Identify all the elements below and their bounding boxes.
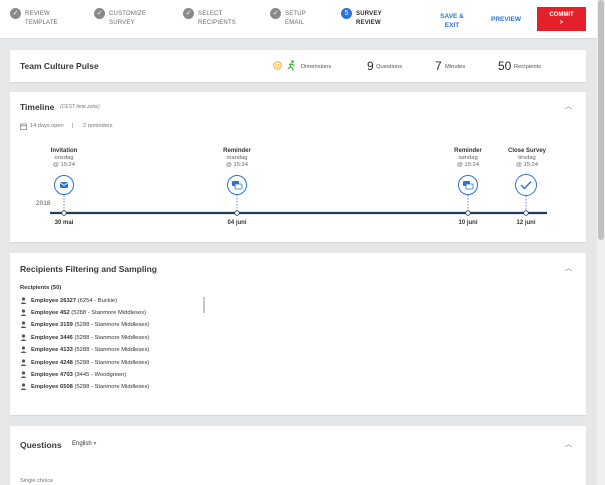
event-date: 30 mai (54, 220, 74, 226)
check-icon: ✓ (183, 8, 194, 19)
list-item[interactable]: Employee 4703 (3445 - Woodgreen) (20, 371, 126, 378)
step-label: CUSTOMIZE (109, 11, 147, 17)
recipient-name: Employee 3159 (31, 322, 73, 329)
recipient-name: Employee 4248 (31, 360, 73, 367)
person-icon (20, 334, 27, 341)
event-date: 04 juni (227, 220, 247, 226)
recipient-detail: (5288 - Stanmore Middlesex) (71, 310, 147, 317)
survey-summary-card: Team Culture Pulse Dimensions 9 Question… (10, 50, 586, 82)
commit-button[interactable]: COMMIT > (537, 7, 586, 31)
recipients-label: Recipients (514, 64, 542, 70)
person-icon (20, 383, 27, 390)
collapse-chevron-icon[interactable]: ︿ (565, 263, 572, 273)
list-item[interactable]: Employee 6508 (5288 - Stanmore Middlesex… (20, 383, 149, 390)
recipient-name: Employee 26327 (31, 298, 77, 305)
recipient-detail: (5288 - Stanmore Middlesex) (74, 384, 150, 391)
timeline-axis (50, 195, 547, 216)
person-icon (20, 346, 27, 353)
step-label: SURVEY (109, 20, 135, 26)
person-icon (20, 371, 27, 378)
question-type: Single choice (20, 478, 54, 484)
list-item[interactable]: Employee 452 (5288 - Stanmore Middlesex) (20, 309, 146, 316)
step-label: SELECT (198, 11, 223, 17)
person-icon (20, 297, 27, 304)
year-label: 2018 (36, 200, 51, 207)
chevron-down-icon: ▾ (93, 441, 97, 447)
recipient-detail: (5288 - Stanmore Middlesex) (74, 360, 150, 367)
recipients-title: Recipients Filtering and Sampling (20, 264, 157, 274)
save-exit-label: SAVE & (440, 13, 464, 20)
language-select[interactable]: English ▾ (72, 440, 96, 447)
page-scrollbar[interactable] (597, 0, 605, 485)
step-label: SURVEY (356, 11, 382, 17)
runner-icon (287, 60, 295, 71)
recipient-detail: (5288 - Stanmore Middlesex) (74, 347, 150, 354)
recipient-detail: (3445 - Woodgreen) (74, 372, 127, 379)
event-date: 10 juni (458, 220, 478, 226)
wizard-header: ✓ REVIEW TEMPLATE ✓ CUSTOMIZE SURVEY ✓ SEL… (0, 0, 605, 39)
save-exit-button[interactable]: SAVE & EXIT (440, 12, 464, 30)
minutes-count: 7 (435, 59, 442, 73)
recipient-name: Employee 4703 (31, 372, 73, 379)
recipients-subtitle: Recipients (50) (20, 285, 62, 291)
list-item[interactable]: Employee 3446 (5288 - Stanmore Middlesex… (20, 334, 149, 341)
recipient-name: Employee 3446 (31, 335, 73, 342)
list-item[interactable]: Employee 26327 (6254 - Buckie) (20, 297, 117, 304)
event-date: 12 juni (516, 220, 536, 226)
check-icon: ✓ (270, 8, 281, 19)
recipient-detail: (5288 - Stanmore Middlesex) (74, 322, 150, 329)
questions-card: Questions English ▾ ︿ Single choice (10, 426, 586, 485)
collapse-chevron-icon[interactable]: ︿ (565, 439, 572, 449)
scrollbar-thumb[interactable] (598, 0, 604, 240)
check-icon: ✓ (10, 8, 21, 19)
list-item[interactable]: Employee 4133 (5288 - Stanmore Middlesex… (20, 346, 149, 353)
preview-button[interactable]: PREVIEW (491, 15, 521, 24)
recipient-name: Employee 452 (31, 310, 70, 317)
questions-title: Questions (20, 440, 62, 450)
step-number: 5 (341, 8, 352, 19)
recipient-detail: (6254 - Buckie) (77, 298, 118, 305)
timeline-card: Timeline (CEST time zone) ︿ 14 days open… (10, 92, 586, 242)
list-scrollbar[interactable] (203, 297, 205, 313)
recipients-count: 50 (498, 59, 512, 73)
minutes-label: Minutes (445, 64, 466, 70)
recipient-name: Employee 4133 (31, 347, 73, 354)
save-exit-label: EXIT (444, 22, 460, 29)
list-item[interactable]: Employee 3159 (5288 - Stanmore Middlesex… (20, 321, 149, 328)
survey-title: Team Culture Pulse (20, 61, 99, 71)
person-icon (20, 309, 27, 316)
step-label: RECIPIENTS (198, 20, 237, 26)
check-icon: ✓ (94, 8, 105, 19)
step-label: TEMPLATE (25, 20, 58, 26)
chevron-right-icon: > (559, 20, 564, 26)
step-label: SETUP (285, 11, 307, 17)
step-label: REVIEW (356, 20, 381, 26)
recipient-detail: (5288 - Stanmore Middlesex) (74, 335, 150, 342)
questions-label: Questions (376, 64, 403, 70)
list-item[interactable]: Employee 4248 (5288 - Stanmore Middlesex… (20, 359, 149, 366)
questions-count: 9 (367, 59, 374, 73)
language-value: English (72, 441, 92, 447)
person-icon (20, 359, 27, 366)
smiley-icon (273, 61, 282, 70)
commit-label: COMMIT (549, 12, 574, 18)
dimensions-label: Dimensions (301, 64, 332, 70)
recipient-name: Employee 6508 (31, 384, 73, 391)
recipients-card: Recipients Filtering and Sampling ︿ Reci… (10, 253, 586, 415)
step-label: EMAIL (285, 20, 305, 26)
step-label: REVIEW (25, 11, 50, 17)
person-icon (20, 321, 27, 328)
